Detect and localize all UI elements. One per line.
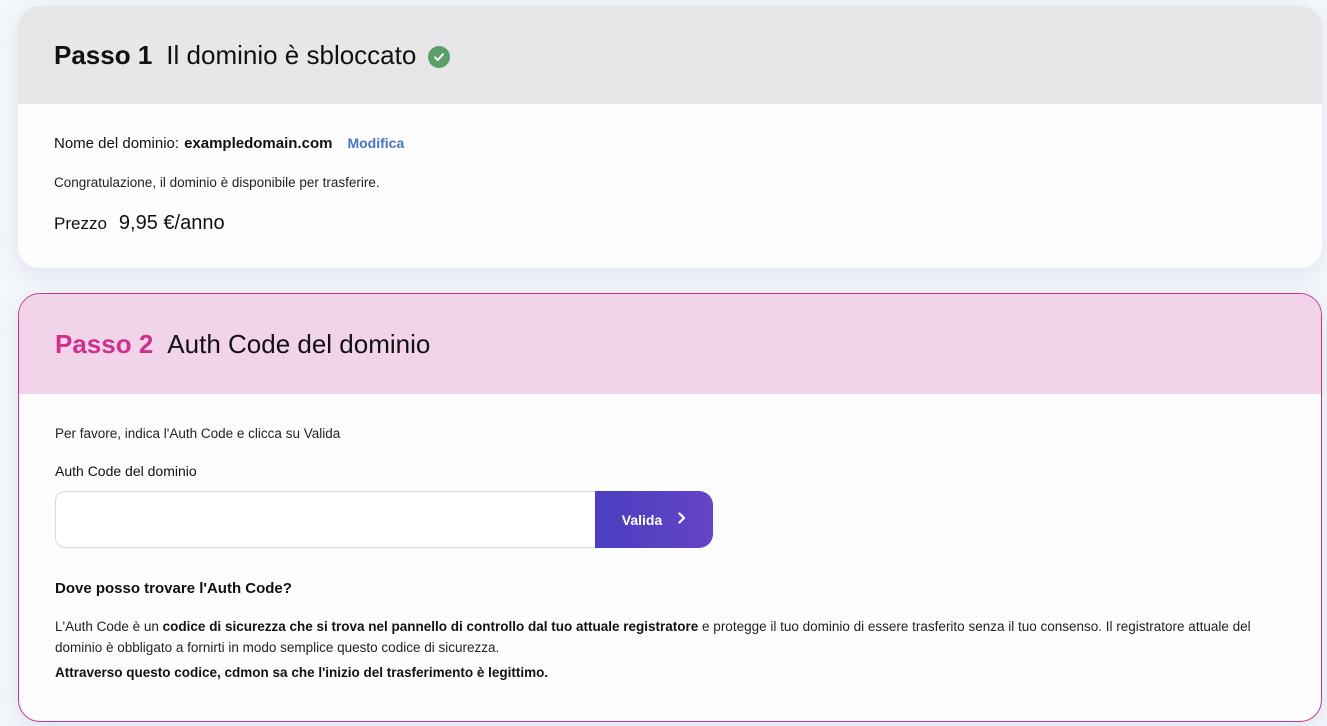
chevron-right-icon bbox=[678, 511, 686, 528]
faq-text: L'Auth Code è un codice di sicurezza che… bbox=[55, 616, 1285, 658]
congrats-message: Congratulazione, il dominio è disponibil… bbox=[54, 175, 380, 190]
step1-title: Il dominio è sbloccato bbox=[166, 39, 417, 70]
auth-instruction: Per favore, indica l'Auth Code e clicca … bbox=[55, 426, 341, 441]
check-circle-icon bbox=[428, 46, 451, 68]
domain-value: exampledomain.com bbox=[184, 135, 333, 152]
step1-number: Passo 1 bbox=[54, 39, 153, 70]
step2-header: Passo 2 Auth Code del dominio bbox=[19, 294, 1321, 394]
step1-card: Passo 1 Il dominio è sbloccato Nome del … bbox=[18, 6, 1322, 268]
faq-title: Dove posso trovare l'Auth Code? bbox=[55, 580, 292, 597]
step2-number: Passo 2 bbox=[55, 328, 154, 359]
validate-button-label: Valida bbox=[621, 511, 663, 528]
faq-text-bold: codice di sicurezza che si trova nel pan… bbox=[162, 619, 699, 634]
validate-button[interactable]: Valida bbox=[595, 491, 713, 548]
price-value: 9,95 €/anno bbox=[118, 212, 225, 234]
step2-title: Auth Code del dominio bbox=[167, 328, 431, 359]
step2-card: Passo 2 Auth Code del dominio Per favore… bbox=[18, 293, 1322, 722]
price-line: Prezzo 9,95 €/anno bbox=[54, 212, 225, 235]
faq-strong-text: Attraverso questo codice, cdmon sa che l… bbox=[55, 665, 549, 680]
auth-code-label: Auth Code del dominio bbox=[55, 463, 197, 479]
domain-line: Nome del dominio: exampledomain.com Modi… bbox=[54, 135, 404, 152]
step1-header: Passo 1 Il dominio è sbloccato bbox=[18, 6, 1322, 104]
faq-text-pre: L'Auth Code è un bbox=[55, 619, 163, 634]
edit-domain-link[interactable]: Modifica bbox=[347, 135, 404, 151]
price-label: Prezzo bbox=[54, 214, 107, 233]
domain-label: Nome del dominio: bbox=[54, 135, 180, 152]
auth-code-input[interactable] bbox=[55, 491, 596, 548]
